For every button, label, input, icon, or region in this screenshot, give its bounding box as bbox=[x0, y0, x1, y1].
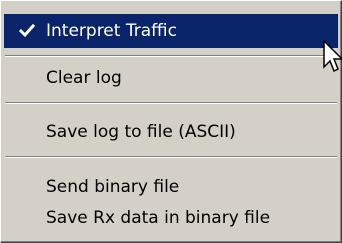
menu-separator bbox=[5, 55, 337, 57]
menu-item-save-rx-binary[interactable]: Save Rx data in binary file bbox=[4, 201, 338, 235]
menu-item-interpret-traffic[interactable]: Interpret Traffic bbox=[4, 14, 338, 48]
menu-item-label: Save Rx data in binary file bbox=[46, 208, 271, 228]
context-menu: Interpret Traffic Clear log Save log to … bbox=[0, 0, 342, 243]
menu-item-save-log-ascii[interactable]: Save log to file (ASCII) bbox=[4, 115, 338, 149]
menu-item-label: Clear log bbox=[46, 68, 122, 88]
menu-item-send-binary-file[interactable]: Send binary file bbox=[4, 170, 338, 204]
menu-item-clear-log[interactable]: Clear log bbox=[4, 61, 338, 95]
mouse-pointer-icon bbox=[322, 39, 342, 75]
menu-item-label: Save log to file (ASCII) bbox=[46, 122, 236, 142]
menu-separator bbox=[5, 156, 337, 158]
menu-item-label: Send binary file bbox=[46, 177, 180, 197]
menu-separator bbox=[5, 102, 337, 104]
check-icon bbox=[13, 14, 39, 48]
menu-item-label: Interpret Traffic bbox=[46, 21, 177, 41]
